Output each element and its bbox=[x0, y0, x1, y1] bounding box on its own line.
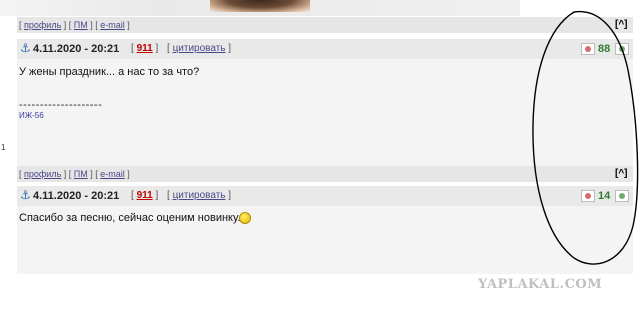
hand-drawn-circle-annotation bbox=[532, 10, 639, 265]
site-watermark: YAPLAKAL.COM bbox=[478, 277, 603, 292]
